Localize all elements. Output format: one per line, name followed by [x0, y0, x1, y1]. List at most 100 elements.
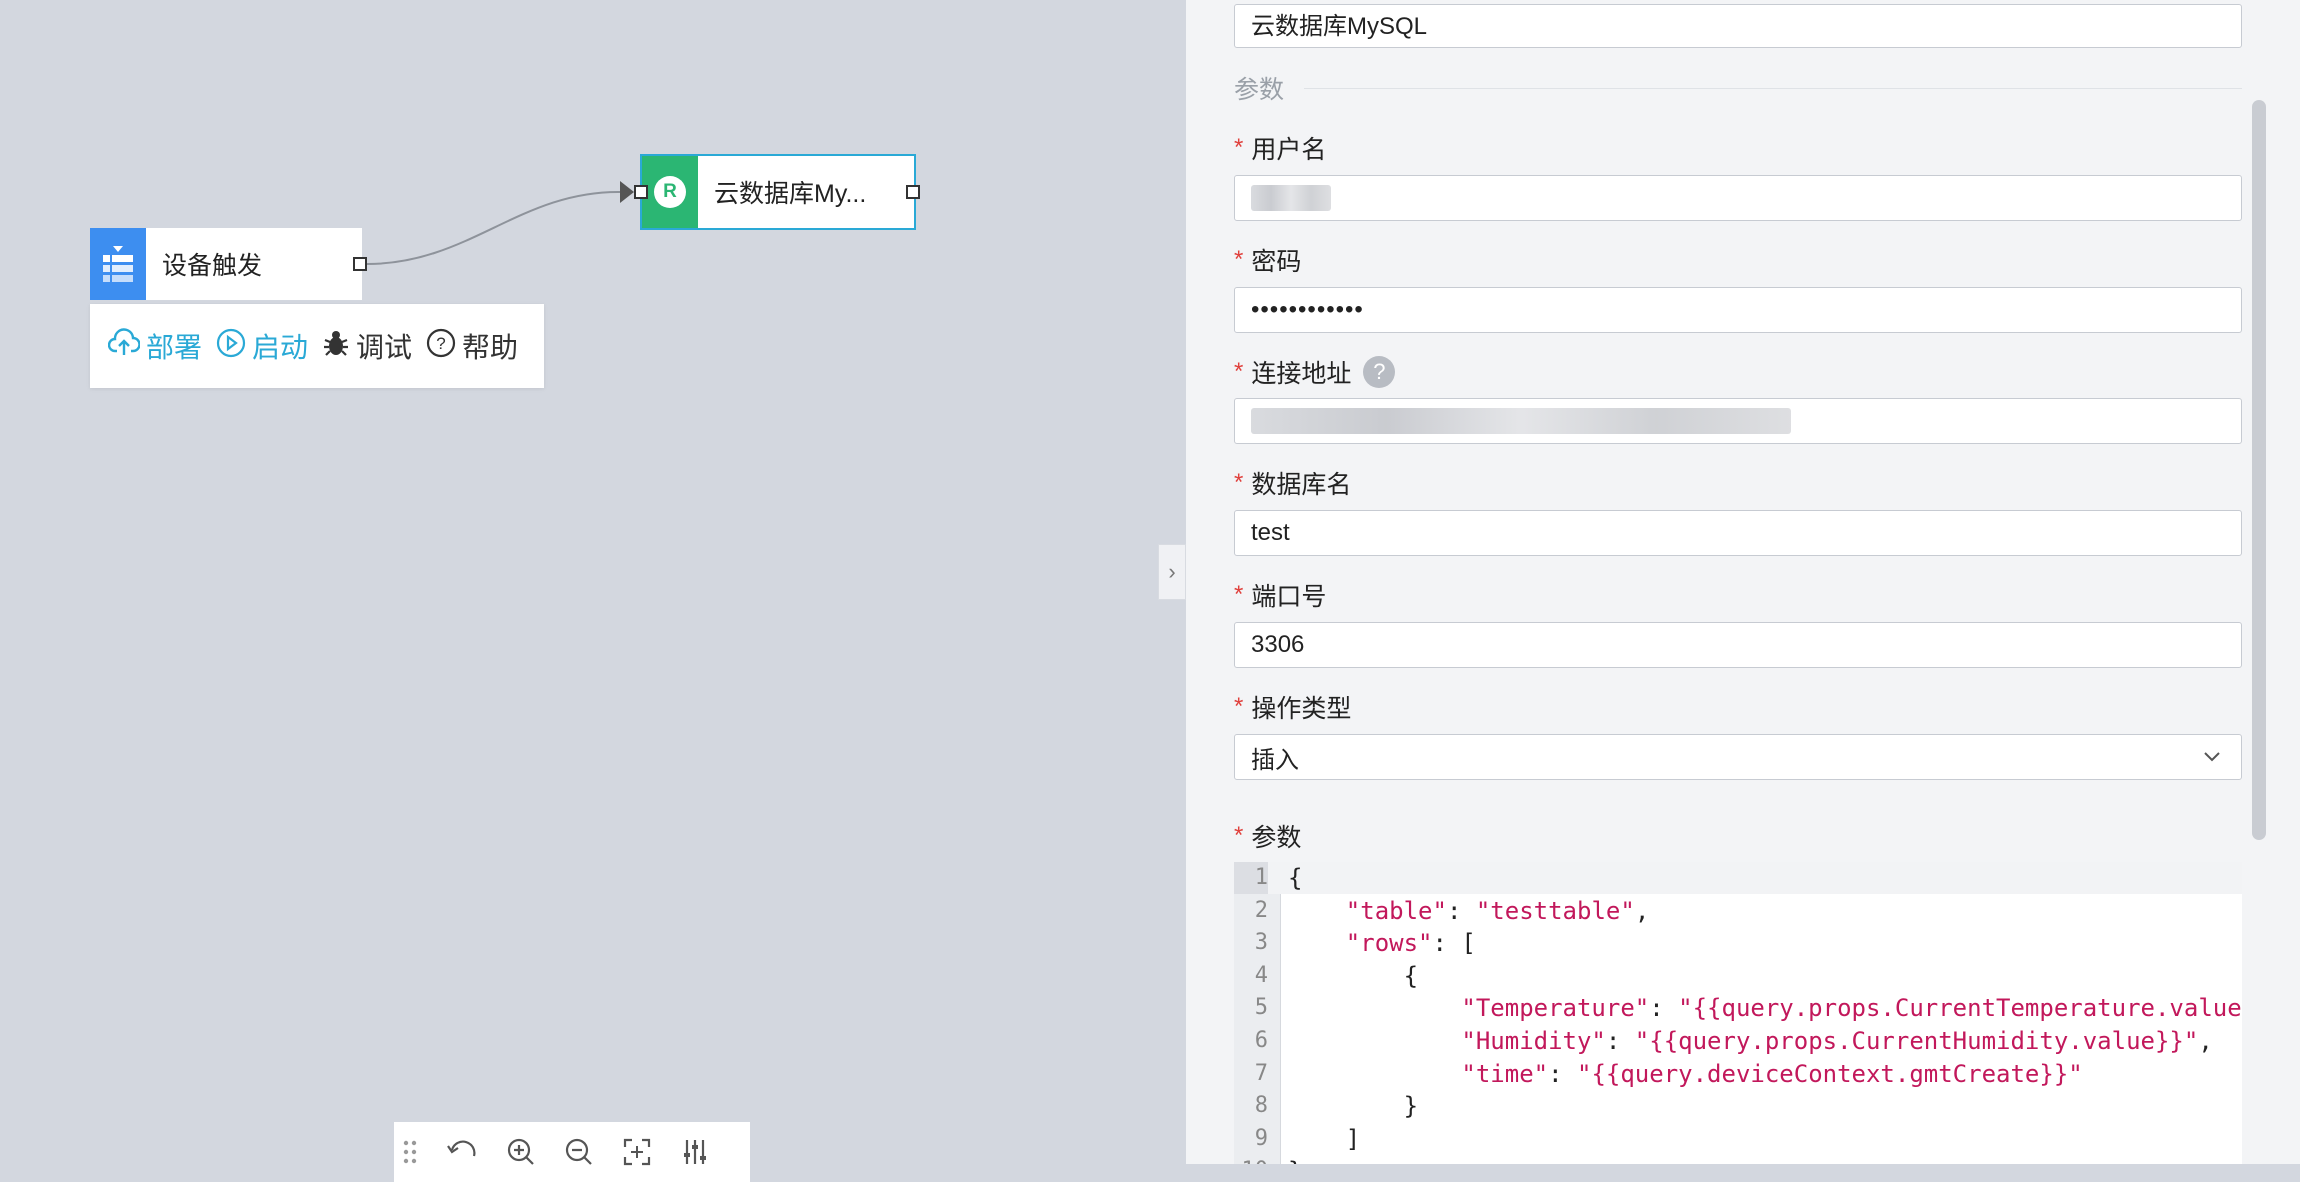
debug-button[interactable]: 调试 [322, 326, 412, 366]
required-mark: * [1234, 246, 1244, 273]
line-number: 5 [1254, 995, 1268, 1021]
port-label-text: 端口号 [1251, 583, 1327, 611]
node-name-value: 云数据库MySQL [1251, 13, 1428, 40]
code-line[interactable]: 3 "rows": [ [1234, 927, 2242, 959]
code-line[interactable]: 7 "time": "{{query.deviceContext.gmtCrea… [1234, 1058, 2242, 1090]
host-label-text: 连接地址 [1251, 360, 1352, 388]
redacted-value [1251, 408, 1791, 434]
code-line[interactable]: 6 "Humidity": "{{query.props.CurrentHumi… [1234, 1025, 2242, 1057]
code-line[interactable]: 8 } [1234, 1090, 2242, 1122]
start-label: 启动 [252, 332, 309, 363]
line-number: 4 [1254, 962, 1268, 988]
line-number: 6 [1254, 1028, 1268, 1053]
code-text: "table": "testtable", [1345, 896, 1650, 925]
fit-view-icon[interactable] [622, 1137, 652, 1167]
required-mark: * [1234, 469, 1244, 496]
bug-icon [322, 328, 356, 365]
password-value: •••••••••••• [1251, 296, 1364, 323]
code-line[interactable]: 9 ] [1234, 1123, 2242, 1155]
params-label-text: 参数 [1251, 824, 1302, 852]
zoom-in-icon[interactable] [506, 1137, 536, 1167]
code-text: "rows": [ [1345, 929, 1476, 958]
start-button[interactable]: 启动 [216, 326, 308, 366]
help-button[interactable]: ? 帮助 [426, 326, 518, 366]
drag-handle-icon[interactable] [402, 1138, 418, 1166]
line-number: 10 [1234, 1155, 1269, 1164]
redacted-value [1251, 185, 1331, 211]
section-title-text: 参数 [1234, 76, 1285, 104]
line-number: 2 [1254, 897, 1268, 923]
port-input[interactable]: 3306 [1234, 622, 2242, 668]
deploy-button[interactable]: 部署 [107, 326, 203, 366]
code-text: } [1288, 1092, 1419, 1121]
code-text: } [1288, 1155, 1302, 1164]
settings-sliders-icon[interactable] [680, 1137, 710, 1167]
panel-scrollbar[interactable] [2252, 100, 2266, 840]
code-line[interactable]: 4 { [1234, 960, 2242, 992]
device-trigger-icon [90, 228, 146, 300]
debug-label: 调试 [356, 332, 413, 363]
operation-select[interactable]: 插入 [1234, 734, 2242, 780]
node-label: 云数据库My... [714, 180, 867, 208]
edge-arrowhead [620, 181, 634, 203]
action-toolbar: 部署 启动 调试 ? 帮助 [90, 304, 544, 388]
rds-icon: R [642, 156, 698, 228]
question-circle-icon: ? [426, 328, 462, 365]
code-line[interactable]: 5 "Temperature": "{{query.props.CurrentT… [1234, 992, 2242, 1024]
port-label: * 端口号 [1234, 577, 1326, 613]
deploy-label: 部署 [146, 332, 203, 363]
zoom-out-icon[interactable] [564, 1137, 594, 1167]
line-number: 3 [1254, 930, 1268, 956]
line-number: 9 [1254, 1125, 1268, 1151]
database-value: test [1251, 519, 1290, 546]
help-circle-icon[interactable]: ? [1363, 356, 1396, 388]
operation-label: * 操作类型 [1234, 689, 1351, 725]
output-port[interactable] [353, 257, 367, 271]
required-mark: * [1234, 693, 1244, 720]
username-label: * 用户名 [1234, 130, 1326, 166]
username-input[interactable] [1234, 175, 2242, 221]
canvas-zoom-toolbar [394, 1122, 750, 1182]
node-label: 设备触发 [162, 252, 263, 280]
code-text: "Humidity": "{{query.props.CurrentHumidi… [1461, 1027, 2213, 1055]
line-number: 8 [1254, 1093, 1268, 1119]
code-text: "time": "{{query.deviceContext.gmtCreate… [1461, 1059, 2083, 1088]
port-value: 3306 [1251, 631, 1305, 658]
password-input[interactable]: •••••••••••• [1234, 287, 2242, 333]
host-label: * 连接地址 ? [1234, 354, 1396, 390]
password-label-text: 密码 [1251, 248, 1302, 276]
play-circle-icon [216, 328, 252, 365]
mysql-node[interactable]: R 云数据库My... [640, 154, 916, 230]
password-label: * 密码 [1234, 242, 1301, 278]
code-text: { [1288, 961, 1419, 990]
undo-icon[interactable] [446, 1138, 478, 1166]
rds-badge: R [654, 176, 686, 208]
host-input[interactable] [1234, 398, 2242, 444]
code-line[interactable]: 1{ [1234, 862, 2242, 894]
required-mark: * [1234, 581, 1244, 608]
database-label: * 数据库名 [1234, 465, 1351, 501]
code-line[interactable]: 2 "table": "testtable", [1234, 895, 2242, 927]
output-port[interactable] [906, 185, 920, 199]
input-port[interactable] [634, 185, 648, 199]
chevron-right-icon: › [1168, 559, 1176, 584]
flow-canvas[interactable]: 设备触发 R 云数据库My... 部署 启动 调试 ? 帮助 › [0, 0, 1186, 1182]
required-mark: * [1234, 358, 1244, 385]
device-trigger-node[interactable]: 设备触发 [90, 228, 362, 300]
json-code-editor[interactable]: 1{2 "table": "testtable", 3 "rows": [4 {5… [1234, 862, 2242, 1164]
chevron-down-icon [2201, 745, 2223, 774]
operation-value: 插入 [1251, 746, 1299, 774]
code-line[interactable]: 10} [1234, 1155, 2242, 1164]
help-label: 帮助 [462, 332, 519, 363]
cloud-upload-icon [107, 327, 146, 365]
required-mark: * [1234, 822, 1244, 849]
params-label: * 参数 [1234, 818, 1301, 854]
code-text: { [1288, 864, 1303, 892]
node-name-input[interactable]: 云数据库MySQL [1234, 4, 2242, 48]
panel-collapse-toggle[interactable]: › [1158, 544, 1186, 600]
operation-label-text: 操作类型 [1251, 695, 1352, 723]
database-label-text: 数据库名 [1251, 471, 1352, 499]
required-mark: * [1234, 134, 1244, 161]
database-input[interactable]: test [1234, 510, 2242, 556]
line-number: 7 [1254, 1060, 1268, 1086]
